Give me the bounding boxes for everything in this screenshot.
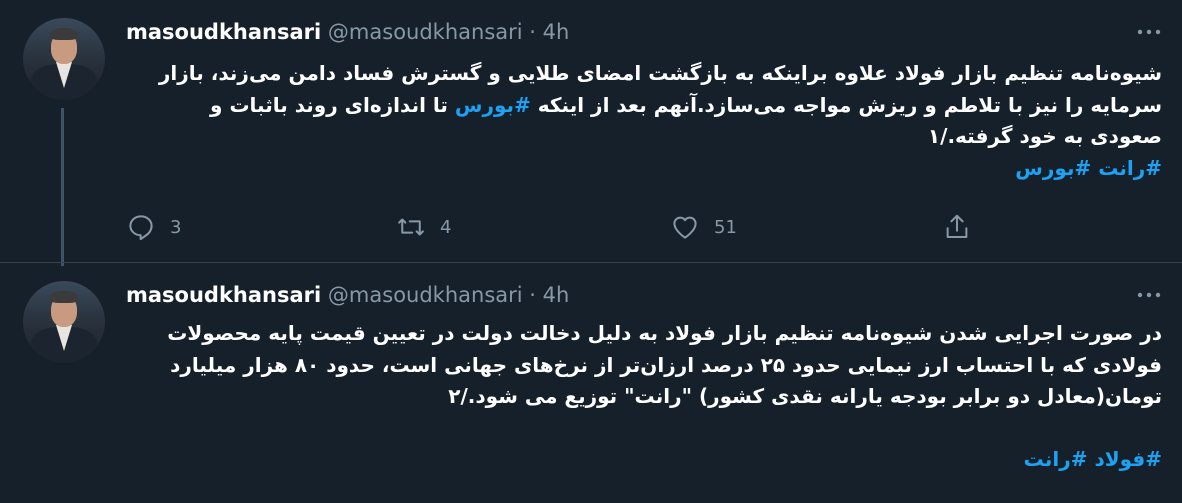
share-icon bbox=[946, 214, 968, 238]
tweet-text-line: صعودی به خود گرفته./۱ bbox=[927, 124, 1162, 148]
like-button[interactable]: 51 bbox=[670, 210, 737, 244]
tweet-text: در صورت اجرایی شدن شیوه‌نامه تنظیم بازار… bbox=[126, 318, 1162, 475]
tweet-1[interactable]: masoudkhansari @masoudkhansari · 4h شیوه… bbox=[0, 0, 1182, 266]
tweet-time[interactable]: 4h bbox=[543, 20, 570, 44]
author-name[interactable]: masoudkhansari bbox=[126, 20, 321, 44]
hashtag-link[interactable]: #بورس bbox=[1015, 156, 1091, 180]
avatar[interactable] bbox=[23, 18, 105, 100]
avatar[interactable] bbox=[23, 281, 105, 363]
reply-icon bbox=[129, 215, 153, 241]
more-options-icon[interactable] bbox=[1136, 285, 1162, 305]
author-handle[interactable]: @masoudkhansari bbox=[328, 283, 523, 307]
tweet-time[interactable]: 4h bbox=[543, 283, 570, 307]
avatar-hair bbox=[50, 291, 78, 303]
separator-dot: · bbox=[529, 20, 536, 44]
hashtag-line: #رانت #بورس bbox=[126, 153, 1162, 185]
reply-button[interactable]: 3 bbox=[126, 210, 181, 244]
hashtag-link[interactable]: #فولاد bbox=[1094, 447, 1162, 471]
retweet-icon bbox=[398, 218, 424, 236]
tweet-text-line: فولادی که با احتساب ارز نیمایی حدود ۲۵ د… bbox=[170, 352, 1162, 377]
hashtag-link[interactable]: #بورس bbox=[455, 93, 531, 117]
like-count: 51 bbox=[714, 216, 737, 238]
share-button[interactable] bbox=[942, 210, 972, 244]
more-options-icon[interactable] bbox=[1136, 22, 1162, 42]
hashtag-line: #فولاد #رانت bbox=[126, 444, 1162, 476]
tweet-text-line: در صورت اجرایی شدن شیوه‌نامه تنظیم بازار… bbox=[167, 321, 1162, 345]
heart-icon bbox=[673, 216, 697, 239]
tweet-actions: 3 4 51 bbox=[126, 210, 986, 244]
tweet-text-fragment: تا اندازه‌ای روند باثبات و bbox=[210, 92, 448, 117]
author-handle[interactable]: @masoudkhansari bbox=[328, 20, 523, 44]
tweet-text-line: سرمایه را نیز با تلاطم و ریزش مواجه می‌س… bbox=[126, 90, 1162, 122]
reply-count: 3 bbox=[170, 216, 182, 238]
hashtag-link[interactable]: #رانت bbox=[1024, 447, 1088, 471]
tweet-text-fragment: سرمایه را نیز با تلاطم و ریزش مواجه می‌س… bbox=[537, 92, 1162, 117]
hashtag-link[interactable]: #رانت bbox=[1098, 156, 1162, 180]
tweet-text-line: تومان(معادل دو برابر بودجه یارانه نقدی ک… bbox=[448, 384, 1162, 408]
author-name[interactable]: masoudkhansari bbox=[126, 283, 321, 307]
retweet-button[interactable]: 4 bbox=[396, 210, 451, 244]
avatar-hair bbox=[50, 28, 78, 40]
retweet-count: 4 bbox=[440, 216, 452, 238]
separator-dot: · bbox=[529, 283, 536, 307]
tweet-header: masoudkhansari @masoudkhansari · 4h bbox=[126, 283, 569, 307]
tweet-text-line: شیوه‌نامه تنظیم بازار فولاد علاوه براینک… bbox=[158, 61, 1162, 85]
tweet-header: masoudkhansari @masoudkhansari · 4h bbox=[126, 20, 569, 44]
tweet-text: شیوه‌نامه تنظیم بازار فولاد علاوه براینک… bbox=[126, 58, 1162, 184]
thread-line bbox=[61, 108, 64, 266]
